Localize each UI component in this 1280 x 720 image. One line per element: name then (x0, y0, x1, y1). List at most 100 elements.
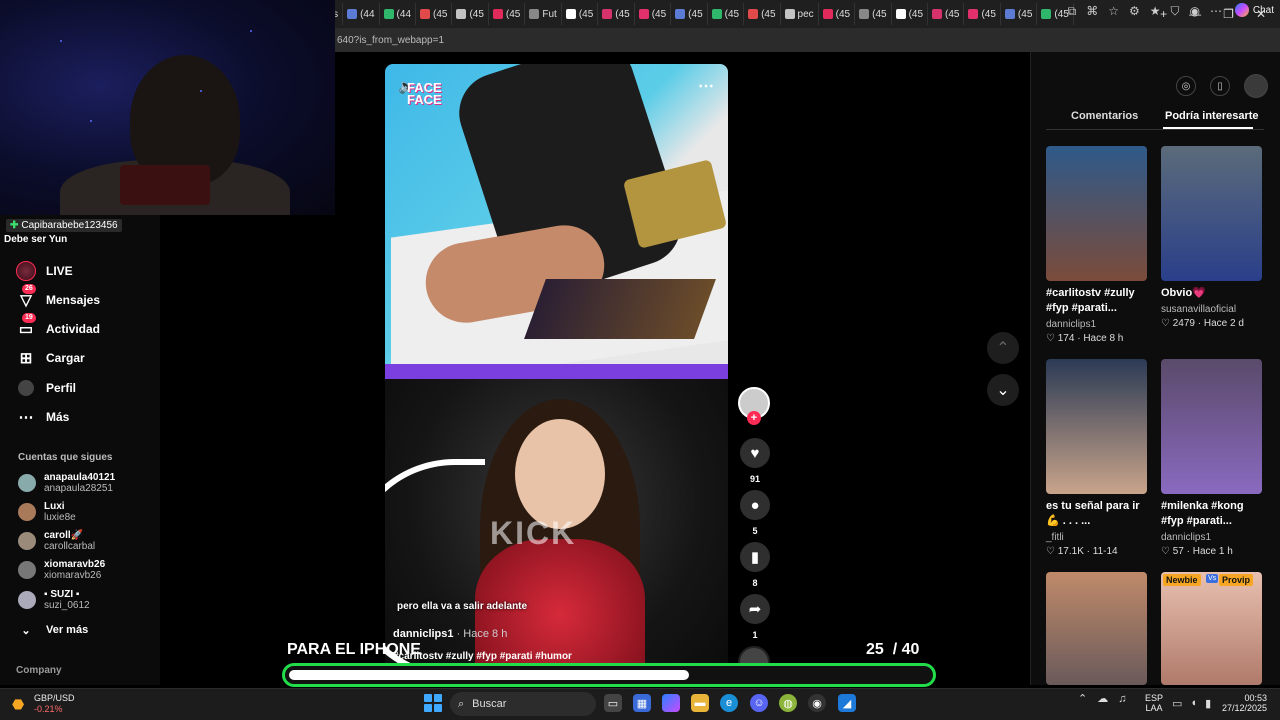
browser-tab[interactable]: (45 (855, 3, 892, 25)
browser-tab[interactable]: (45 (928, 3, 965, 25)
task-view-icon[interactable]: ▭ (604, 694, 622, 712)
browser-tab[interactable]: (44 (343, 3, 380, 25)
goal-count: 25 / 40 (866, 641, 919, 659)
avatar (18, 561, 36, 579)
coin-icon[interactable]: ◎ (1176, 76, 1196, 96)
open-app-icon[interactable]: ⧉ (1068, 4, 1077, 19)
share-button[interactable]: ➦ 1 (740, 594, 770, 640)
browser-tab[interactable]: (45 (1001, 3, 1038, 25)
recommended-card[interactable]: #carlitostv #zully #fyp #parati... danni… (1046, 146, 1147, 344)
tab-recommended[interactable]: Podría interesarte (1165, 110, 1259, 122)
profile-avatar-icon[interactable]: ◉ (1190, 4, 1200, 19)
avatar (18, 532, 36, 550)
browser-tab[interactable]: (45 (744, 3, 781, 25)
browser-tab[interactable]: (45 (671, 3, 708, 25)
browser-tab[interactable]: (45 (635, 3, 672, 25)
recommended-card[interactable]: #milenka #kong #fyp #parati... danniclip… (1161, 359, 1262, 557)
browser-menu-icon[interactable]: ⋯ (1210, 4, 1222, 19)
sidebar-item-more[interactable]: ⋯ Más (16, 405, 70, 429)
photos-icon[interactable]: ◢ (838, 694, 856, 712)
chevron-up-icon[interactable]: ⌃ (1078, 692, 1087, 705)
tab-label: (45 (651, 8, 667, 20)
follow-button[interactable]: + (747, 411, 761, 425)
share-count: 1 (752, 630, 758, 640)
browser-tab[interactable]: (45 (416, 3, 453, 25)
see-more-button[interactable]: ⌄ Ver más (16, 618, 88, 642)
favorite-star-icon[interactable]: ☆ (1108, 4, 1119, 19)
video-preview-top[interactable] (385, 64, 728, 379)
recommended-card[interactable] (1046, 572, 1147, 685)
tray-quick-icons[interactable]: ▭ ◖ ▮ (1172, 697, 1211, 710)
favorites-icon[interactable]: ★ (1150, 4, 1161, 19)
app-icon[interactable]: ◍ (779, 694, 797, 712)
tab-favicon-icon (784, 9, 795, 19)
copilot-chat-button[interactable]: Chat (1234, 3, 1274, 17)
translate-icon[interactable]: ⌘ (1086, 4, 1098, 19)
light-dot (200, 90, 202, 92)
card-thumbnail (1046, 572, 1147, 685)
company-link[interactable]: Company (16, 665, 62, 676)
language-indicator[interactable]: ESP LAA (1145, 693, 1163, 713)
followed-account[interactable]: Luxi luxie8e (18, 500, 76, 524)
video-more-icon[interactable]: ⋯ (698, 76, 714, 96)
browser-tab[interactable]: (45 (892, 3, 929, 25)
browser-tab[interactable]: Fut (525, 3, 562, 25)
browser-tab[interactable]: (45 (964, 3, 1001, 25)
save-button[interactable]: ▮ 8 (740, 542, 770, 588)
sidebar-item-messages[interactable]: ▽ 26 Mensajes (16, 284, 100, 312)
store-icon[interactable]: ▦ (633, 694, 651, 712)
obs-icon[interactable]: ◉ (808, 694, 826, 712)
browser-tab[interactable]: (45 (452, 3, 489, 25)
browser-tab[interactable]: (44 (380, 3, 416, 25)
taskbar-search[interactable]: ⌕ Buscar (450, 692, 596, 716)
tab-label: (45 (505, 8, 521, 20)
clock[interactable]: 00:53 27/12/2025 (1222, 693, 1267, 713)
tab-label: (44 (360, 8, 375, 20)
file-explorer-icon[interactable]: ▬ (691, 694, 709, 712)
sidebar-item-upload[interactable]: ⊞ Cargar (16, 346, 85, 370)
discord-icon[interactable]: ☺ (750, 694, 768, 712)
followed-account[interactable]: anapaula40121 anapaula28251 (18, 471, 115, 495)
microphone-icon[interactable]: ♫ (1118, 693, 1126, 705)
sidebar-item-activity[interactable]: ▭ 19 Actividad (16, 313, 100, 341)
recommended-card[interactable]: Obvio💗 susanavillaoficial ♡ 2479 · Hace … (1161, 146, 1262, 329)
tab-comments[interactable]: Comentarios (1071, 110, 1138, 122)
next-video-button[interactable]: ⌄ (987, 374, 1019, 406)
author-name[interactable]: danniclips1 (393, 628, 454, 640)
phone-icon[interactable]: ▯ (1210, 76, 1230, 96)
like-button[interactable]: ♥ 91 (740, 438, 770, 484)
recommended-card[interactable]: es tu señal para ir 💪 . . . ... _fitli ♡… (1046, 359, 1147, 557)
url-text[interactable]: 640?is_from_webapp=1 (335, 35, 444, 46)
address-bar[interactable]: 640?is_from_webapp=1 (335, 28, 1280, 52)
tab-label: (45 (761, 8, 776, 20)
browser-tab[interactable]: (45 (598, 3, 635, 25)
onedrive-icon[interactable]: ☁ (1097, 692, 1108, 705)
browser-tab[interactable]: (45 (819, 3, 856, 25)
sidebar-item-live[interactable]: LIVE (16, 259, 73, 283)
followed-account[interactable]: ▪ SUZI ▪ suzi_0612 (18, 588, 90, 612)
previous-video-button[interactable]: ⌃ (987, 332, 1019, 364)
windows-start-icon[interactable] (424, 694, 442, 712)
extensions-icon[interactable]: ⚙ (1129, 4, 1140, 19)
stock-widget-icon[interactable]: ⬣ (12, 696, 30, 712)
followed-account[interactable]: caroll🚀 carollcarbal (18, 529, 95, 553)
stock-name[interactable]: GBP/USD (34, 693, 75, 703)
browser-tab[interactable]: (45 (562, 3, 599, 25)
edge-browser-icon[interactable]: e (720, 694, 738, 712)
goal-total: / 40 (892, 641, 920, 658)
recommended-card[interactable]: Newbie Vs Provip (1161, 572, 1262, 685)
followed-account[interactable]: xiomaravb26 xiomaravb26 (18, 558, 105, 582)
maximize-button[interactable]: ❐ (1223, 7, 1234, 21)
comment-button[interactable]: ● 5 (740, 490, 770, 536)
account-name: anapaula40121 (44, 472, 116, 483)
user-avatar-icon[interactable] (1244, 74, 1268, 98)
shield-icon[interactable]: ⛉ (1171, 4, 1180, 19)
browser-tab[interactable]: (45 (489, 3, 526, 25)
sidebar-item-profile[interactable]: Perfil (16, 376, 76, 400)
card-user: susanavillaoficial (1161, 304, 1237, 315)
light-dot (60, 40, 62, 42)
copilot-taskbar-icon[interactable] (662, 694, 680, 712)
browser-tab[interactable]: pec (781, 3, 819, 25)
browser-tab[interactable]: (45 (708, 3, 745, 25)
video-author[interactable]: danniclips1 · Hace 8 h (393, 628, 507, 640)
